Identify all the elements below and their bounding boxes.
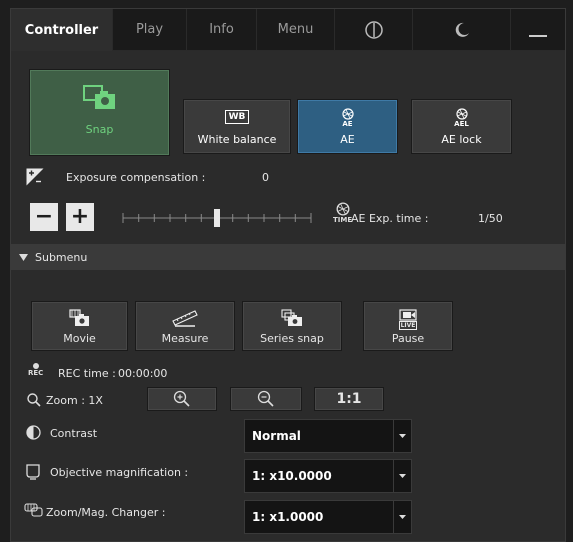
series-snap-icon [281, 309, 302, 326]
exposure-plus-button[interactable]: + [66, 203, 94, 231]
contrast-select[interactable]: Normal [244, 419, 412, 453]
minimize-icon [529, 34, 547, 37]
objective-dropdown-arrow[interactable] [393, 460, 411, 492]
magnifier-icon [27, 393, 41, 407]
changer-dropdown-arrow[interactable] [393, 501, 411, 533]
exposure-compensation-icon [26, 168, 44, 186]
white-balance-label: White balance [197, 133, 277, 146]
zoom-mag-changer-select[interactable]: 1: x1.0000 [244, 500, 412, 534]
submenu-toggle[interactable]: Submenu [11, 244, 565, 270]
time-icon-text: TIME [333, 216, 353, 224]
tab-play[interactable]: Play [113, 9, 187, 51]
zoom-label: Zoom : 1X [46, 394, 103, 407]
controller-panel: Snap WB White balance AE AE AEL AE lock [11, 51, 565, 541]
exposure-compensation-value: 0 [262, 171, 269, 184]
ae-lock-label: AE lock [441, 133, 482, 146]
rec-icon: REC [28, 363, 43, 377]
tab-menu-label: Menu [277, 22, 314, 37]
time-aperture-icon [336, 202, 350, 216]
power-icon [364, 20, 383, 39]
snap-button[interactable]: Snap [29, 69, 170, 156]
wb-icon: WB [224, 110, 250, 124]
tab-power[interactable] [335, 9, 413, 51]
tab-controller-label: Controller [24, 22, 99, 38]
objective-magnification-value: 1: x10.0000 [252, 469, 332, 483]
one-to-one-label: 1:1 [336, 391, 362, 407]
rec-time-label: REC time : [58, 367, 116, 380]
white-balance-button[interactable]: WB White balance [183, 99, 291, 154]
minus-glyph: − [34, 204, 54, 229]
ae-lock-button[interactable]: AEL AE lock [411, 99, 512, 154]
exposure-slider-thumb[interactable] [214, 209, 220, 227]
zoom-out-icon [257, 390, 274, 407]
ae-lock-aperture-icon [455, 108, 468, 120]
zoom-one-to-one-button[interactable]: 1:1 [314, 387, 384, 411]
series-snap-label: Series snap [260, 332, 324, 345]
pause-button[interactable]: LIVE Pause [363, 301, 453, 351]
snap-camera-icon [82, 85, 115, 109]
ae-time-icon: TIME [333, 202, 352, 224]
chevron-down-icon [399, 474, 406, 478]
submenu-label: Submenu [35, 250, 88, 264]
controller-window: Controller Play Info Menu Snap WB White … [10, 8, 566, 542]
live-icon-text: LIVE [398, 321, 418, 330]
zoom-mag-changer-value: 1: x1.0000 [252, 510, 324, 524]
zoom-mag-changer-label: Zoom/Mag. Changer : [46, 506, 166, 519]
tab-play-label: Play [135, 22, 164, 37]
mag-changer-icon [24, 503, 43, 517]
ae-label: AE [340, 133, 355, 146]
tab-minimize[interactable] [511, 9, 565, 51]
tab-night-mode[interactable] [413, 9, 511, 51]
ae-lock-icon-text: AEL [454, 120, 469, 128]
zoom-out-button[interactable] [230, 387, 302, 411]
exposure-compensation-label: Exposure compensation : [66, 171, 206, 184]
rec-icon-text: REC [28, 369, 44, 377]
tab-bar: Controller Play Info Menu [11, 9, 565, 51]
contrast-value: Normal [252, 429, 301, 443]
plus-glyph: + [70, 204, 90, 229]
ae-icon-text: AE [342, 120, 353, 128]
exposure-slider[interactable] [121, 209, 313, 227]
series-snap-button[interactable]: Series snap [242, 301, 342, 351]
ae-exp-time-value: 1/50 [478, 212, 503, 225]
tab-info-label: Info [209, 22, 234, 37]
ruler-icon [172, 310, 198, 327]
zoom-in-icon [173, 390, 190, 407]
movie-label: Movie [63, 332, 96, 345]
objective-icon [26, 464, 40, 480]
tab-menu[interactable]: Menu [257, 9, 335, 51]
ae-exp-time-label: AE Exp. time : [351, 212, 429, 225]
measure-button[interactable]: Measure [135, 301, 235, 351]
ae-aperture-icon [341, 108, 354, 120]
objective-magnification-select[interactable]: 1: x10.0000 [244, 459, 412, 493]
triangle-down-icon [19, 253, 28, 261]
contrast-dropdown-arrow[interactable] [393, 420, 411, 452]
snap-label: Snap [85, 123, 114, 136]
zoom-in-button[interactable] [147, 387, 217, 411]
tab-controller[interactable]: Controller [11, 9, 113, 51]
chevron-down-icon [399, 515, 406, 519]
exposure-minus-button[interactable]: − [30, 203, 58, 231]
ae-button[interactable]: AE AE [297, 99, 398, 154]
contrast-icon [26, 425, 41, 440]
contrast-label: Contrast [50, 427, 98, 440]
pause-label: Pause [391, 332, 425, 345]
measure-label: Measure [161, 332, 209, 345]
chevron-down-icon [399, 434, 406, 438]
pause-camera-icon [399, 309, 417, 321]
moon-icon [455, 22, 469, 37]
movie-button[interactable]: Movie [31, 301, 128, 351]
rec-time-value: 00:00:00 [118, 367, 168, 380]
movie-camera-icon [68, 309, 89, 326]
objective-magnification-label: Objective magnification : [50, 466, 189, 479]
tab-info[interactable]: Info [187, 9, 257, 51]
